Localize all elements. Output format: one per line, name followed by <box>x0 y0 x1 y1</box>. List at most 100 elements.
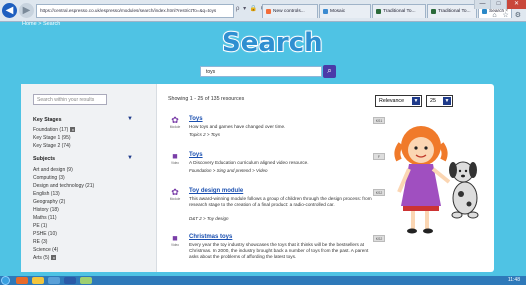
dog-eye-left <box>458 169 462 173</box>
tab-favicon-icon <box>376 9 381 14</box>
facet-item[interactable]: Maths (11) <box>33 215 57 221</box>
search-input[interactable]: toys <box>200 66 322 77</box>
girl-face <box>408 137 434 163</box>
taskbar-clock: 11:48 <box>507 277 520 283</box>
result-type-label: Module <box>169 125 181 129</box>
facet-item[interactable]: Computing (3) <box>33 175 65 181</box>
remove-filter-icon[interactable]: x <box>70 127 76 133</box>
result-type: ✿ Module <box>168 115 182 130</box>
facet-item-label: RE (3) <box>33 239 48 245</box>
taskbar-app-icon[interactable] <box>80 277 92 284</box>
facet-item-label: Key Stage 2 (74) <box>33 143 71 149</box>
taskbar-app-icon[interactable] <box>48 277 60 284</box>
tab-label: New controls... <box>273 9 305 14</box>
collapse-triangle-icon[interactable]: ▼ <box>127 116 133 122</box>
result-type-label: Video <box>170 161 180 165</box>
result-type-label: Module <box>169 197 181 201</box>
search-icon: ⌕ <box>327 66 332 75</box>
browser-tab[interactable]: New controls... <box>262 4 318 18</box>
collapse-triangle-icon[interactable]: ▼ <box>127 155 133 161</box>
tab-favicon-icon <box>323 9 328 14</box>
subjects-heading[interactable]: Subjects ▼ <box>33 155 145 162</box>
facet-item-label: Foundation (17) <box>33 127 69 133</box>
facet-item[interactable]: Art and design (9) <box>33 167 73 173</box>
facet-item-label: Computing (3) <box>33 175 65 181</box>
girl-shoe-left <box>407 228 417 234</box>
sort-select[interactable]: Relevance ▼ <box>375 95 422 107</box>
subjects-heading-label: Subjects <box>33 156 56 162</box>
result-type: ■ Video <box>168 151 182 166</box>
key-stage-badge: KS1 <box>373 117 385 124</box>
page-title: Search <box>221 27 324 59</box>
facet-item[interactable]: English (13) <box>33 191 60 197</box>
result-title-link[interactable]: Christmas toys <box>189 234 232 240</box>
browser-tab[interactable]: Mosaic <box>319 4 371 18</box>
module-icon: ✿ <box>171 187 179 197</box>
result-path[interactable]: D&T 2 > Toy design <box>189 216 228 221</box>
tab-favicon-icon <box>482 9 487 14</box>
facet-item[interactable]: Arts (5) x <box>33 255 57 261</box>
per-page-select[interactable]: 25 ▼ <box>426 95 453 107</box>
facet-item[interactable]: Geography (2) <box>33 199 65 205</box>
facet-item[interactable]: Science (4) <box>33 247 58 253</box>
tab-label: Traditional To... <box>383 9 416 14</box>
browser-toolbar: ◀ ▶ https://central.espresso.co.uk/espre… <box>0 0 526 22</box>
key-stage-badge: F <box>373 153 385 160</box>
facet-item[interactable]: Foundation (17) x <box>33 127 76 133</box>
module-icon: ✿ <box>171 115 179 125</box>
facet-item[interactable]: Key Stage 2 (74) <box>33 143 71 149</box>
forward-button[interactable]: ▶ <box>19 3 34 18</box>
result-path[interactable]: Foundation > Sing and pretend > Video <box>189 168 267 173</box>
facet-item[interactable]: History (18) <box>33 207 59 213</box>
remove-filter-icon[interactable]: x <box>51 255 57 261</box>
chevron-down-icon: ▼ <box>443 97 451 105</box>
girl-leg-right <box>425 211 429 229</box>
result-description: A Discovery Education curriculum aligned… <box>189 160 309 165</box>
filter-results-input[interactable]: Search within your results <box>33 94 107 105</box>
result-item: ■ Video Toys A Discovery Education curri… <box>168 152 388 178</box>
facet-item-label: English (13) <box>33 191 60 197</box>
breadcrumb[interactable]: Home > Search <box>22 21 60 27</box>
video-camera-icon: ■ <box>172 151 178 161</box>
browser-tab[interactable]: Traditional To... <box>372 4 426 18</box>
facet-item[interactable]: PE (1) <box>33 223 47 229</box>
dog-spot <box>466 201 472 207</box>
start-button[interactable] <box>1 276 10 285</box>
taskbar-app-icon[interactable] <box>16 277 28 284</box>
maximize-button[interactable]: □ <box>490 0 506 9</box>
search-button[interactable]: ⌕ <box>323 65 336 78</box>
dog-spot <box>458 191 464 197</box>
girl-shoe-right <box>423 228 433 234</box>
facet-item[interactable]: Key Stage 1 (95) <box>33 135 71 141</box>
browser-tab[interactable]: Traditional To... <box>427 4 477 18</box>
result-type: ✿ Module <box>168 187 182 202</box>
facet-item[interactable]: PSHE (10) <box>33 231 57 237</box>
dog-ear-left <box>449 162 457 178</box>
results-count: Showing 1 - 25 of 135 resources <box>168 96 245 102</box>
result-title-link[interactable]: Toys <box>189 152 203 158</box>
facet-item-label: Geography (2) <box>33 199 66 205</box>
result-title-link[interactable]: Toys <box>189 116 203 122</box>
tab-favicon-icon <box>431 9 436 14</box>
browser-tool-icons[interactable]: ⌂ ☆ ⚙ <box>492 11 523 19</box>
result-type-label: Video <box>170 243 180 247</box>
close-window-button[interactable]: ✕ <box>506 0 526 9</box>
facet-item-label: Science (4) <box>33 247 59 253</box>
window-controls: — □ ✕ <box>474 0 526 9</box>
facet-item[interactable]: RE (3) <box>33 239 47 245</box>
result-item: ✿ Module Toys How toys and games have ch… <box>168 116 388 142</box>
result-item: ✿ Module Toy design module This award-wi… <box>168 188 388 228</box>
result-title-link[interactable]: Toy design module <box>189 188 243 194</box>
taskbar-app-icon[interactable] <box>32 277 44 284</box>
address-bar[interactable]: https://central.espresso.co.uk/espresso/… <box>36 4 234 18</box>
facet-item[interactable]: Design and technology (21) <box>33 183 94 189</box>
back-button[interactable]: ◀ <box>2 3 17 18</box>
key-stages-heading[interactable]: Key Stages ▼ <box>33 116 145 123</box>
result-path[interactable]: Topics 2 > Toys <box>189 132 220 137</box>
facet-item-label: Maths (11) <box>33 215 57 221</box>
facet-item-label: Design and technology (21) <box>33 183 95 189</box>
facet-item-label: Art and design (9) <box>33 167 73 173</box>
dog-paw <box>451 211 463 219</box>
taskbar-app-icon[interactable] <box>64 277 76 284</box>
minimize-button[interactable]: — <box>474 0 490 9</box>
